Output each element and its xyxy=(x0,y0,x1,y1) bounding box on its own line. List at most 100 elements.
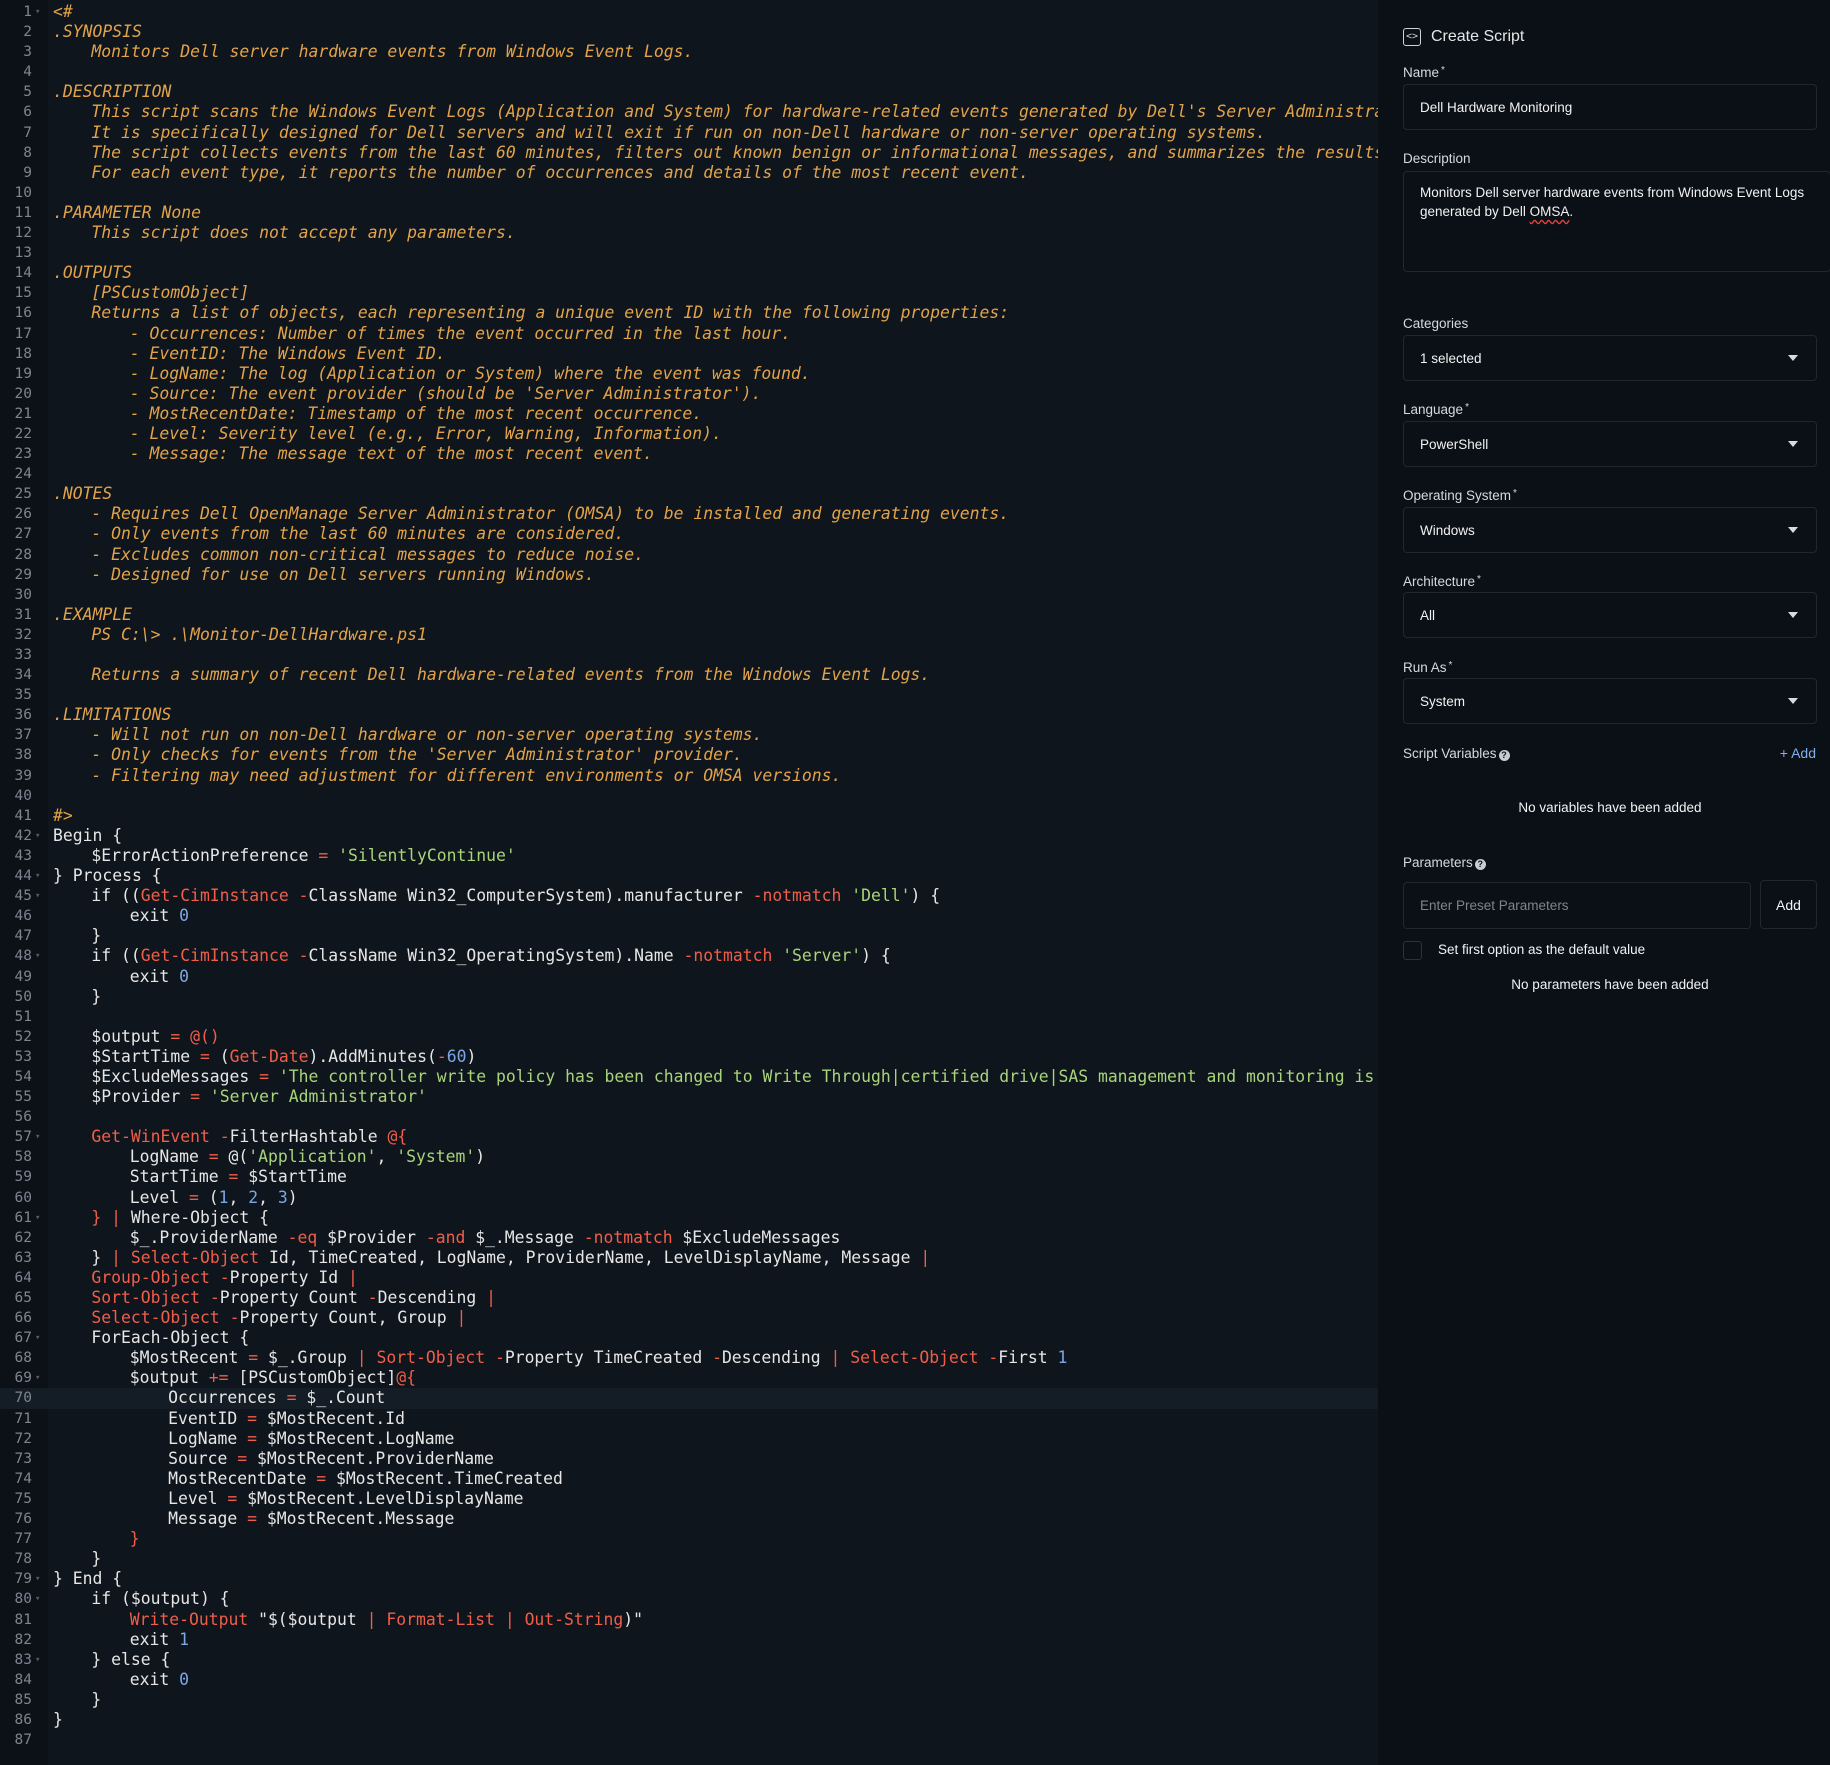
code-line[interactable]: 52 $output = @() xyxy=(0,1027,1378,1047)
code-line[interactable]: 73 Source = $MostRecent.ProviderName xyxy=(0,1449,1378,1469)
code-line[interactable]: 50} xyxy=(0,987,1378,1007)
code-line[interactable]: 18 - EventID: The Windows Event ID. xyxy=(0,344,1378,364)
code-line[interactable]: 72 LogName = $MostRecent.LogName xyxy=(0,1429,1378,1449)
code-line[interactable]: 43 $ErrorActionPreference = 'SilentlyCont… xyxy=(0,846,1378,866)
code-line[interactable]: 64 Group-Object -Property Id | xyxy=(0,1268,1378,1288)
code-line[interactable]: 19 - LogName: The log (Application or Sys… xyxy=(0,364,1378,384)
fold-chevron-icon[interactable]: ▾ xyxy=(35,1328,40,1348)
code-line[interactable]: 65 Sort-Object -Property Count -Descendin… xyxy=(0,1288,1378,1308)
code-line[interactable]: 61 ▾} | Where-Object { xyxy=(0,1208,1378,1228)
code-line[interactable]: 9 For each event type, it reports the num… xyxy=(0,163,1378,183)
code-line[interactable]: 7 It is specifically designed for Dell se… xyxy=(0,123,1378,143)
code-line[interactable]: 75 Level = $MostRecent.LevelDisplayName xyxy=(0,1489,1378,1509)
code-line[interactable]: 22 - Level: Severity level (e.g., Error, … xyxy=(0,424,1378,444)
code-line[interactable]: 42 ▾ Begin { xyxy=(0,826,1378,846)
code-line[interactable]: 17 - Occurrences: Number of times the eve… xyxy=(0,324,1378,344)
fold-chevron-icon[interactable]: ▾ xyxy=(35,1127,40,1147)
code-line[interactable]: 34 Returns a summary of recent Dell hardw… xyxy=(0,665,1378,685)
fold-chevron-icon[interactable]: ▾ xyxy=(35,1589,40,1609)
code-line[interactable]: 14 .OUTPUTS xyxy=(0,263,1378,283)
code-line[interactable]: 82 exit 1 xyxy=(0,1630,1378,1650)
code-line[interactable]: 23 - Message: The message text of the mos… xyxy=(0,444,1378,464)
code-line[interactable]: 39 - Filtering may need adjustment for di… xyxy=(0,766,1378,786)
code-line[interactable]: 85} xyxy=(0,1690,1378,1710)
code-line[interactable]: 67 ▾ ForEach-Object { xyxy=(0,1328,1378,1348)
code-line[interactable]: 55 $Provider = 'Server Administrator' xyxy=(0,1087,1378,1107)
code-line[interactable]: 76 Message = $MostRecent.Message xyxy=(0,1509,1378,1529)
fold-chevron-icon[interactable]: ▾ xyxy=(35,866,40,886)
fold-chevron-icon[interactable]: ▾ xyxy=(35,1650,40,1670)
code-line[interactable]: 48 ▾ if ((Get-CimInstance -ClassName Win32… xyxy=(0,946,1378,966)
code-line[interactable]: 87 xyxy=(0,1730,1378,1750)
code-line[interactable]: 5 .DESCRIPTION xyxy=(0,82,1378,102)
code-line[interactable]: 21 - MostRecentDate: Timestamp of the mos… xyxy=(0,404,1378,424)
code-line[interactable]: 10 xyxy=(0,183,1378,203)
code-line[interactable]: 4 xyxy=(0,62,1378,82)
code-editor[interactable]: 1 ▾ <# 2 .SYNOPSIS 3 Monitors Dell server hard… xyxy=(0,0,1378,1765)
code-line[interactable]: 33 xyxy=(0,645,1378,665)
description-field[interactable]: Monitors Dell server hardware events fro… xyxy=(1403,171,1830,272)
code-line[interactable]: 62 $_.ProviderName -eq $Provider -and $_.… xyxy=(0,1228,1378,1248)
code-line[interactable]: 54 $ExcludeMessages = 'The controller wri… xyxy=(0,1067,1378,1087)
help-icon[interactable]: ? xyxy=(1498,750,1510,761)
add-variable-button[interactable]: + Add xyxy=(1780,745,1816,761)
name-field[interactable]: Dell Hardware Monitoring xyxy=(1403,84,1817,130)
fold-chevron-icon[interactable]: ▾ xyxy=(35,826,40,846)
code-line[interactable]: 59 StartTime = $StartTime xyxy=(0,1167,1378,1187)
code-line[interactable]: 57 ▾ Get-WinEvent -FilterHashtable @{ xyxy=(0,1127,1378,1147)
fold-chevron-icon[interactable]: ▾ xyxy=(35,1569,40,1589)
code-line[interactable]: 15 [PSCustomObject] xyxy=(0,283,1378,303)
code-line[interactable]: 84 exit 0 xyxy=(0,1670,1378,1690)
language-select[interactable]: PowerShell xyxy=(1403,421,1817,467)
code-line[interactable]: 78} xyxy=(0,1549,1378,1569)
fold-chevron-icon[interactable]: ▾ xyxy=(35,2,40,22)
architecture-select[interactable]: All xyxy=(1403,592,1817,638)
code-line[interactable]: 70 Occurrences = $_.Count xyxy=(0,1388,1378,1409)
code-line[interactable]: 63} | Select-Object Id, TimeCreated, Log… xyxy=(0,1248,1378,1268)
code-line[interactable]: 71 EventID = $MostRecent.Id xyxy=(0,1409,1378,1429)
code-line[interactable]: 12 This script does not accept any parame… xyxy=(0,223,1378,243)
add-parameter-button[interactable]: Add xyxy=(1760,880,1817,929)
code-line[interactable]: 79 ▾} End { xyxy=(0,1569,1378,1589)
code-line[interactable]: 1 ▾ <# xyxy=(0,2,1378,22)
code-line[interactable]: 13 xyxy=(0,243,1378,263)
code-line[interactable]: 36 .LIMITATIONS xyxy=(0,705,1378,725)
code-line[interactable]: 58 LogName = @('Application', 'System') xyxy=(0,1147,1378,1167)
categories-select[interactable]: 1 selected xyxy=(1403,335,1817,381)
fold-chevron-icon[interactable]: ▾ xyxy=(35,1368,40,1388)
code-line[interactable]: 47} xyxy=(0,926,1378,946)
code-line[interactable]: 53 $StartTime = (Get-Date).AddMinutes(-60… xyxy=(0,1047,1378,1067)
code-line[interactable]: 45 ▾ if ((Get-CimInstance -ClassName Win32… xyxy=(0,886,1378,906)
code-line[interactable]: 32 PS C:\> .\Monitor-DellHardware.ps1 xyxy=(0,625,1378,645)
runas-select[interactable]: System xyxy=(1403,678,1817,724)
code-line[interactable]: 38 - Only checks for events from the 'Ser… xyxy=(0,745,1378,765)
code-line[interactable]: 44 ▾} Process { xyxy=(0,866,1378,886)
code-line[interactable]: 11 .PARAMETER None xyxy=(0,203,1378,223)
code-line[interactable]: 69 ▾ $output += [PSCustomObject]@{ xyxy=(0,1368,1378,1388)
code-line[interactable]: 24 xyxy=(0,464,1378,484)
code-line[interactable]: 46 exit 0 xyxy=(0,906,1378,926)
code-line[interactable]: 20 - Source: The event provider (should b… xyxy=(0,384,1378,404)
code-line[interactable]: 30 xyxy=(0,585,1378,605)
code-line[interactable]: 31 .EXAMPLE xyxy=(0,605,1378,625)
code-lines[interactable]: 1 ▾ <# 2 .SYNOPSIS 3 Monitors Dell server hard… xyxy=(0,2,1378,1750)
fold-chevron-icon[interactable]: ▾ xyxy=(35,1208,40,1228)
preset-parameters-input[interactable]: Enter Preset Parameters xyxy=(1403,882,1751,929)
code-line[interactable]: 83 ▾} else { xyxy=(0,1650,1378,1670)
code-line[interactable]: 60 Level = (1, 2, 3) xyxy=(0,1188,1378,1208)
code-line[interactable]: 77} xyxy=(0,1529,1378,1549)
code-line[interactable]: 6 This script scans the Windows Event Log… xyxy=(0,102,1378,122)
code-line[interactable]: 29 - Designed for use on Dell servers run… xyxy=(0,565,1378,585)
code-line[interactable]: 41 #> xyxy=(0,806,1378,826)
code-line[interactable]: 68 $MostRecent = $_.Group | Sort-Object -… xyxy=(0,1348,1378,1368)
code-line[interactable]: 26 - Requires Dell OpenManage Server Admi… xyxy=(0,504,1378,524)
help-icon[interactable]: ? xyxy=(1474,859,1486,870)
code-line[interactable]: 2 .SYNOPSIS xyxy=(0,22,1378,42)
fold-chevron-icon[interactable]: ▾ xyxy=(35,946,40,966)
code-line[interactable]: 49 exit 0 xyxy=(0,967,1378,987)
code-line[interactable]: 51 xyxy=(0,1007,1378,1027)
code-line[interactable]: 66 Select-Object -Property Count, Group | xyxy=(0,1308,1378,1328)
code-line[interactable]: 3 Monitors Dell server hardware events fr… xyxy=(0,42,1378,62)
code-line[interactable]: 81 Write-Output "$($output | Format-List … xyxy=(0,1610,1378,1630)
code-line[interactable]: 40 xyxy=(0,786,1378,806)
